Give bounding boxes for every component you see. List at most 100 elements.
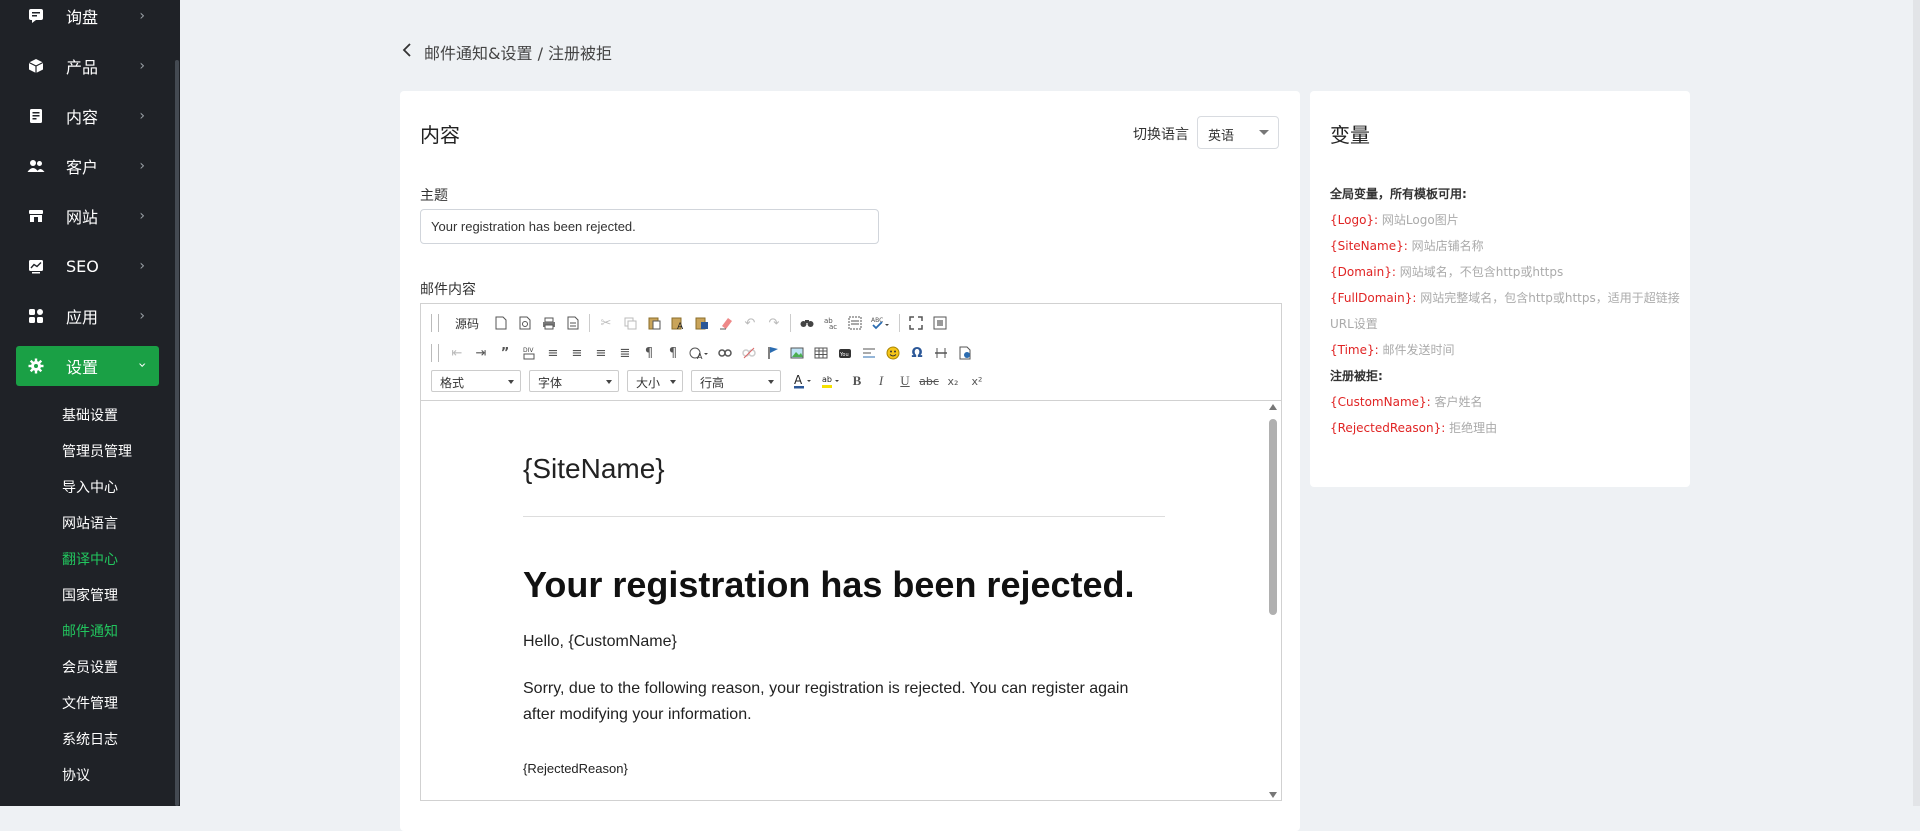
language-icon[interactable]: A	[685, 342, 713, 364]
redo-icon[interactable]: ↷	[762, 312, 786, 334]
toolbar-separator	[589, 314, 590, 332]
rich-text-editor[interactable]: 源码 ✂ A ↶ ↷ ab ac ABC ⇤ ⇥ ” DIV ≡ ≡ ≡ ≣ ¶…	[420, 303, 1282, 801]
bg-color-icon[interactable]: ab	[817, 370, 845, 392]
submenu-site-language[interactable]: 网站语言	[62, 513, 118, 533]
replace-icon[interactable]: ab ac	[819, 312, 843, 334]
superscript-icon[interactable]: x²	[965, 370, 989, 392]
breadcrumb-text: 邮件通知&设置 / 注册被拒	[424, 44, 613, 63]
subscript-icon[interactable]: x₂	[941, 370, 965, 392]
ltr-icon[interactable]: ¶	[637, 342, 661, 364]
variable-key: {RejectedReason}:	[1330, 421, 1446, 435]
text-wrap-icon[interactable]	[857, 342, 881, 364]
underline-icon[interactable]: U	[893, 370, 917, 392]
submenu-email-notification[interactable]: 邮件通知	[62, 621, 118, 641]
align-right-icon[interactable]: ≡	[589, 342, 613, 364]
submenu-admin-management[interactable]: 管理员管理	[62, 441, 132, 461]
align-center-icon[interactable]: ≡	[565, 342, 589, 364]
submenu-translation-center[interactable]: 翻译中心	[62, 549, 118, 569]
spellcheck-icon[interactable]: ABC	[867, 312, 895, 334]
sidebar-item-content[interactable]: 内容 ›	[16, 96, 159, 136]
size-combo[interactable]: 大小	[627, 370, 683, 392]
variable-key: {Logo}:	[1330, 213, 1379, 227]
link-icon[interactable]	[713, 342, 737, 364]
format-combo[interactable]: 格式	[431, 370, 521, 392]
svg-text:A: A	[677, 322, 684, 330]
maximize-icon[interactable]	[904, 312, 928, 334]
submenu-file-management[interactable]: 文件管理	[62, 693, 118, 713]
sidebar-item-label: 设置	[66, 358, 99, 377]
scroll-thumb[interactable]	[1269, 419, 1277, 615]
text-color-icon[interactable]: A	[789, 370, 817, 392]
variable-line: {Time}: 邮件发送时间	[1330, 341, 1455, 358]
sidebar-item-inquiry[interactable]: 询盘 ›	[16, 0, 159, 36]
submenu-member-settings[interactable]: 会员设置	[62, 657, 118, 677]
font-combo[interactable]: 字体	[529, 370, 619, 392]
paste-icon[interactable]	[642, 312, 666, 334]
sidebar-item-customers[interactable]: 客户 ›	[16, 146, 159, 186]
scroll-down-icon[interactable]	[1269, 792, 1277, 798]
youtube-icon[interactable]: You	[833, 342, 857, 364]
italic-icon[interactable]: I	[869, 370, 893, 392]
special-char-icon[interactable]: Ω	[905, 342, 929, 364]
sidebar-item-products[interactable]: 产品 ›	[16, 46, 159, 86]
back-arrow-icon[interactable]	[402, 42, 412, 63]
submenu-country-management[interactable]: 国家管理	[62, 585, 118, 605]
line-height-combo[interactable]: 行高	[691, 370, 781, 392]
submenu-basic-settings[interactable]: 基础设置	[62, 405, 118, 425]
variable-desc: 网站店铺名称	[1411, 239, 1484, 253]
variable-desc: 客户姓名	[1434, 395, 1483, 409]
sidebar-scrollbar[interactable]	[175, 60, 179, 806]
align-justify-icon[interactable]: ≣	[613, 342, 637, 364]
chevron-down-icon: ›	[134, 362, 151, 368]
div-container-icon[interactable]: DIV	[517, 342, 541, 364]
align-left-icon[interactable]: ≡	[541, 342, 565, 364]
sidebar-item-apps[interactable]: 应用 ›	[16, 296, 159, 336]
paste-word-icon[interactable]	[690, 312, 714, 334]
email-greeting: Hello, {CustomName}	[523, 633, 677, 650]
scroll-up-icon[interactable]	[1269, 404, 1277, 410]
submenu-import-center[interactable]: 导入中心	[62, 477, 118, 497]
print-icon[interactable]	[537, 312, 561, 334]
find-icon[interactable]	[795, 312, 819, 334]
blockquote-icon[interactable]: ”	[493, 342, 517, 364]
subject-input[interactable]: Your registration has been rejected.	[420, 209, 879, 244]
cut-icon[interactable]: ✂	[594, 312, 618, 334]
indent-icon[interactable]: ⇥	[469, 342, 493, 364]
editor-scrollbar[interactable]	[1269, 404, 1277, 798]
preview-icon[interactable]	[513, 312, 537, 334]
select-all-icon[interactable]	[843, 312, 867, 334]
image-icon[interactable]	[785, 342, 809, 364]
rtl-icon[interactable]: ¶	[661, 342, 685, 364]
source-button[interactable]: 源码	[445, 312, 489, 334]
new-page-icon[interactable]	[489, 312, 513, 334]
email-reason: {RejectedReason}	[523, 761, 628, 776]
page-scrollbar[interactable]	[1913, 0, 1920, 806]
sidebar-item-website[interactable]: 网站 ›	[16, 196, 159, 236]
horizontal-line-icon[interactable]	[929, 342, 953, 364]
anchor-icon[interactable]	[761, 342, 785, 364]
variable-desc: 网站完整域名，包含http或https，适用于超链接	[1420, 291, 1680, 305]
templates-icon[interactable]	[561, 312, 585, 334]
undo-icon[interactable]: ↶	[738, 312, 762, 334]
show-blocks-icon[interactable]	[928, 312, 952, 334]
submenu-agreement[interactable]: 协议	[62, 765, 90, 785]
paste-text-icon[interactable]: A	[666, 312, 690, 334]
editor-content[interactable]: {SiteName} Your registration has been re…	[421, 401, 1281, 800]
language-select[interactable]: 英语	[1197, 116, 1279, 149]
page-break-icon[interactable]	[953, 342, 977, 364]
sidebar-item-settings[interactable]: 设置 ›	[16, 346, 159, 386]
table-icon[interactable]	[809, 342, 833, 364]
bold-icon[interactable]: B	[845, 370, 869, 392]
chevron-right-icon: ›	[139, 208, 145, 224]
svg-text:DIV: DIV	[523, 347, 534, 354]
unlink-icon[interactable]	[737, 342, 761, 364]
emoji-icon[interactable]	[881, 342, 905, 364]
sidebar-item-seo[interactable]: SEO ›	[16, 246, 159, 286]
strikethrough-icon[interactable]: abc	[917, 370, 941, 392]
submenu-system-log[interactable]: 系统日志	[62, 729, 118, 749]
outdent-icon[interactable]: ⇤	[445, 342, 469, 364]
remove-format-icon[interactable]	[714, 312, 738, 334]
copy-icon[interactable]	[618, 312, 642, 334]
language-label: 切换语言	[1133, 127, 1189, 143]
local-variables-heading: 注册被拒:	[1330, 369, 1383, 383]
